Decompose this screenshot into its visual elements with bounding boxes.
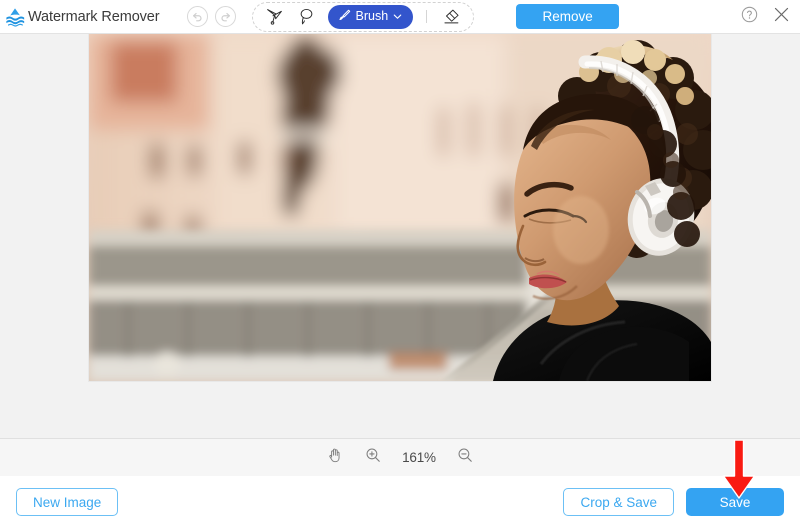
close-button[interactable] (771, 7, 791, 27)
zoom-in-button[interactable] (362, 447, 384, 469)
editing-photo[interactable] (89, 34, 711, 381)
zoom-toolbar: 161% (0, 438, 800, 476)
toolbar-divider (426, 10, 427, 23)
lasso-icon (297, 7, 316, 26)
selection-tool-group: Brush (252, 2, 475, 32)
pan-tool-button[interactable] (324, 447, 346, 469)
polygonal-lasso-icon (265, 7, 284, 26)
crop-and-save-button[interactable]: Crop & Save (563, 488, 674, 516)
redo-button[interactable] (215, 6, 236, 27)
chevron-down-icon (393, 10, 402, 24)
tool-polygonal-lasso[interactable] (261, 4, 289, 30)
magnifier-minus-icon (457, 447, 473, 468)
brush-icon (337, 8, 351, 25)
tool-lasso[interactable] (293, 4, 321, 30)
new-image-button[interactable]: New Image (16, 488, 118, 516)
bottom-right-actions: Crop & Save Save (563, 488, 784, 516)
history-controls (187, 6, 236, 27)
undo-arrow-icon (191, 10, 204, 23)
tool-brush-button[interactable]: Brush (328, 5, 414, 29)
brush-label: Brush (356, 10, 389, 23)
question-mark-circle-icon (741, 6, 758, 28)
remove-button[interactable]: Remove (516, 4, 619, 29)
zoom-out-button[interactable] (454, 447, 476, 469)
watermark-remover-window: Watermark Remover (0, 0, 800, 528)
magnifier-plus-icon (365, 447, 381, 468)
app-brand: Watermark Remover (0, 6, 160, 28)
zoom-level-label: 161% (400, 450, 438, 465)
redo-arrow-icon (219, 10, 232, 23)
hand-pan-icon (327, 447, 343, 468)
tool-eraser[interactable] (437, 4, 465, 30)
undo-button[interactable] (187, 6, 208, 27)
window-controls (739, 0, 791, 34)
top-toolbar: Watermark Remover (0, 0, 800, 34)
photo-container[interactable] (89, 34, 711, 381)
help-button[interactable] (739, 7, 759, 27)
eraser-icon (442, 7, 461, 26)
close-x-icon (773, 6, 790, 28)
app-title: Watermark Remover (28, 9, 160, 25)
save-button[interactable]: Save (686, 488, 784, 516)
bottom-action-bar: New Image Crop & Save Save (0, 476, 800, 528)
water-wave-logo-icon (4, 6, 26, 28)
image-canvas-area[interactable] (0, 34, 800, 438)
